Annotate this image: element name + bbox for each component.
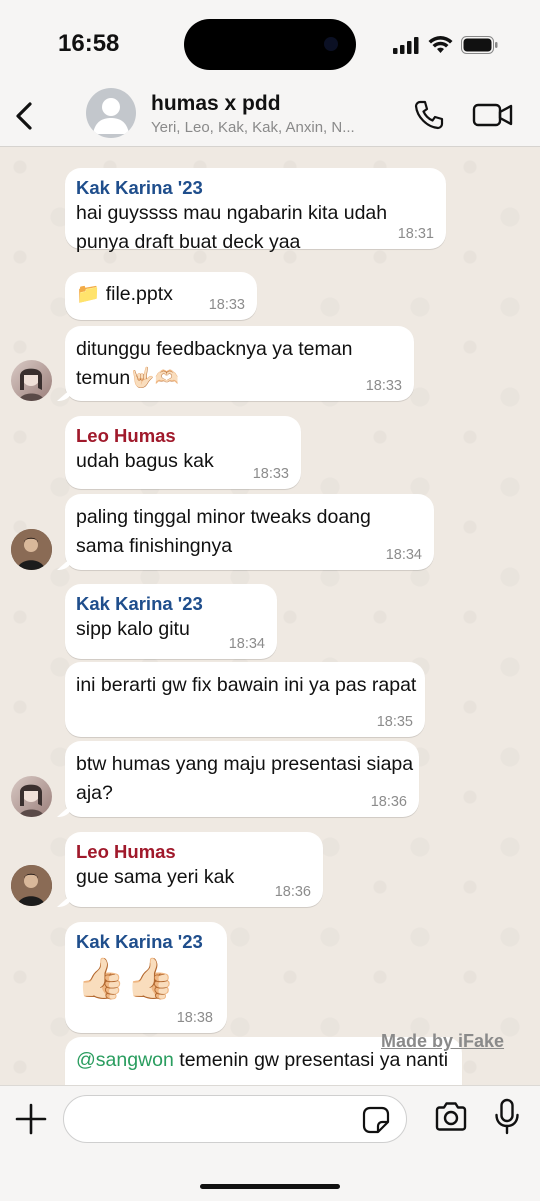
message-text: ditunggu feedbacknya ya teman temun🤟🏻🫶🏻 — [76, 338, 353, 389]
sender-name: Kak Karina '23 — [76, 593, 203, 614]
camera-icon[interactable] — [434, 1101, 468, 1133]
sticker-icon[interactable] — [362, 1106, 390, 1134]
chat-messages[interactable]: Kak Karina '23 hai guyssss mau ngabarin … — [0, 147, 540, 1085]
camera-dot-icon — [324, 37, 338, 51]
message-time: 18:33 — [365, 378, 402, 394]
message-text: gue sama yeri kak — [76, 866, 235, 888]
message-time: 18:36 — [370, 794, 407, 810]
avatar-photo — [11, 865, 52, 906]
avatar-kak-karina[interactable] — [11, 776, 52, 817]
message-bubble[interactable]: Kak Karina '23 👍🏻👍🏻 18:38 — [65, 922, 227, 1033]
sender-name: Leo Humas — [76, 425, 176, 446]
mention-link[interactable]: @sangwon — [76, 1049, 174, 1071]
message-text: udah bagus kak — [76, 450, 214, 472]
person-placeholder-icon — [93, 98, 129, 134]
message-input[interactable] — [63, 1095, 407, 1143]
chat-participants[interactable]: Yeri, Leo, Kak, Kak, Anxin, N... — [151, 119, 401, 136]
message-time: 18:33 — [252, 466, 289, 482]
message-bubble[interactable]: Kak Karina '23 sipp kalo gitu 18:34 — [65, 584, 277, 659]
home-indicator — [200, 1184, 340, 1189]
video-call-icon[interactable] — [472, 100, 514, 130]
message-text: btw humas yang maju presentasi siapa aja… — [76, 753, 414, 804]
message-time: 18:35 — [376, 714, 413, 730]
wifi-icon — [428, 36, 453, 53]
message-bubble[interactable]: Kak Karina '23 hai guyssss mau ngabarin … — [65, 168, 446, 253]
plus-icon[interactable] — [14, 1102, 48, 1136]
message-bubble[interactable]: Leo Humas gue sama yeri kak 18:36 — [65, 832, 323, 907]
status-bar: 16:58 — [0, 0, 540, 88]
avatar-leo-humas[interactable] — [11, 865, 52, 906]
file-name[interactable]: 📁 file.pptx — [76, 283, 173, 305]
message-time: 18:33 — [208, 297, 245, 313]
message-bubble[interactable]: btw humas yang maju presentasi siapa aja… — [65, 741, 419, 817]
message-text: hai guyssss mau ngabarin kita udah punya… — [76, 202, 388, 253]
message-bubble[interactable]: ini berarti gw fix bawain ini ya pas rap… — [65, 662, 425, 737]
message-time: 18:34 — [228, 636, 265, 652]
group-avatar[interactable] — [86, 88, 136, 138]
cellular-signal-icon — [393, 36, 419, 54]
message-time: 18:38 — [176, 1010, 213, 1026]
watermark: Made by iFake — [381, 1031, 505, 1051]
chat-header: humas x pdd Yeri, Leo, Kak, Kak, Anxin, … — [0, 88, 540, 147]
file-attachment-bubble[interactable]: 📁 file.pptx 18:33 — [65, 272, 257, 320]
back-chevron-icon[interactable] — [10, 96, 40, 136]
message-time: 18:31 — [397, 226, 434, 242]
dynamic-island — [184, 19, 356, 70]
message-text: ini berarti gw fix bawain ini ya pas rap… — [76, 674, 417, 696]
avatar-photo — [19, 368, 44, 401]
avatar-photo — [19, 784, 44, 817]
message-time: 18:34 — [385, 547, 422, 563]
message-bubble[interactable]: Leo Humas udah bagus kak 18:33 — [65, 416, 301, 489]
chat-title[interactable]: humas x pdd — [151, 92, 281, 116]
message-time: 18:36 — [274, 884, 311, 900]
avatar-photo — [11, 529, 52, 570]
message-bubble[interactable]: paling tinggal minor tweaks doang sama f… — [65, 494, 434, 570]
status-time: 16:58 — [58, 30, 120, 57]
avatar-kak-karina[interactable] — [11, 360, 52, 401]
thumbs-up-emoji: 👍🏻👍🏻 — [76, 957, 176, 1001]
message-bubble[interactable]: ditunggu feedbacknya ya teman temun🤟🏻🫶🏻 … — [65, 326, 414, 401]
sender-name: Kak Karina '23 — [76, 177, 203, 198]
phone-call-icon[interactable] — [412, 98, 446, 132]
avatar-leo-humas[interactable] — [11, 529, 52, 570]
message-text: sipp kalo gitu — [76, 618, 190, 640]
microphone-icon[interactable] — [494, 1098, 520, 1136]
battery-icon — [461, 36, 498, 54]
message-text: paling tinggal minor tweaks doang sama f… — [76, 506, 371, 557]
sender-name: Leo Humas — [76, 841, 176, 862]
system-icons — [393, 36, 498, 54]
sender-name: Kak Karina '23 — [76, 931, 203, 952]
